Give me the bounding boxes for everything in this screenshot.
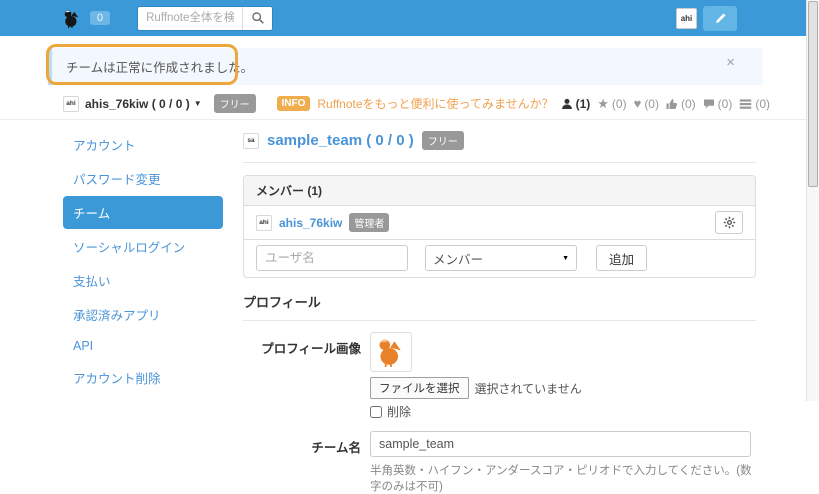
search-button[interactable] [242, 6, 273, 30]
pencil-icon [715, 12, 726, 23]
profile-image-row: プロフィール画像 ファイルを選択 選択されていません 削除 [243, 332, 756, 420]
team-settings-main: sa sample_team ( 0 / 0 ) フリー メンバー (1) ah… [243, 120, 756, 494]
add-member-button[interactable]: 追加 [596, 245, 648, 271]
username-input[interactable] [256, 245, 408, 271]
userbar-right: INFO Ruffnoteをもっと便利に使ってみませんか？ (1) ★ (0) … [276, 95, 770, 112]
ruffnote-bird-logo-icon[interactable] [63, 8, 81, 29]
profile-image-label: プロフィール画像 [261, 342, 361, 356]
sidebar-item-password[interactable]: パスワード変更 [63, 162, 223, 195]
member-settings-button[interactable] [715, 211, 743, 234]
feed-icon [740, 98, 752, 109]
member-name-link[interactable]: ahis_76kiw [279, 216, 342, 230]
sidebar-item-api[interactable]: API [63, 332, 223, 360]
global-search [137, 5, 274, 31]
success-alert: チームは正常に作成されました。 × [48, 48, 763, 85]
star-icon: ★ [597, 96, 609, 111]
profile-section-heading: プロフィール [243, 292, 756, 321]
member-avatar: ahi [256, 214, 272, 231]
top-navbar: 0 ahi [0, 0, 806, 36]
delete-image-checkbox[interactable] [370, 405, 382, 418]
stars-stat[interactable]: ★ (0) [597, 97, 626, 111]
username-dropdown[interactable]: ahis_76kiw ( 0 / 0 ) [85, 97, 190, 111]
settings-sidebar: アカウント パスワード変更 チーム ソーシャルログイン 支払い 承認済みアプリ … [63, 120, 223, 494]
feed-stat[interactable]: (0) [739, 97, 770, 111]
search-icon [251, 12, 264, 24]
sidebar-item-payment[interactable]: 支払い [63, 264, 223, 297]
alert-close-icon[interactable]: × [726, 55, 735, 70]
team-name-row: チーム名 半角英数・ハイフン・アンダースコア・ピリオドで入力してください。(数字… [243, 431, 756, 494]
team-title-link[interactable]: sample_team ( 0 / 0 ) [267, 132, 414, 149]
comment-icon [703, 99, 714, 108]
team-plan-badge: フリー [421, 131, 464, 150]
new-note-button[interactable] [703, 5, 737, 31]
plan-badge: フリー [213, 94, 256, 113]
delete-image-option: 削除 [370, 403, 756, 420]
sidebar-item-approved-apps[interactable]: 承認済みアプリ [63, 298, 223, 331]
choose-file-button[interactable]: ファイルを選択 [370, 377, 469, 399]
team-name-help: 半角英数・ハイフン・アンダースコア・ピリオドで入力してください。(数字のみは不可… [370, 465, 752, 493]
delete-image-label: 削除 [387, 405, 412, 419]
team-name-label: チーム名 [311, 441, 361, 455]
navbar-right: ahi [676, 5, 737, 31]
bird-image-icon [379, 339, 401, 367]
user-avatar[interactable]: ahi [676, 7, 697, 29]
add-member-row: メンバー ▼ 追加 [244, 239, 755, 277]
role-select[interactable]: メンバー ▼ [425, 245, 577, 271]
scrollbar-thumb[interactable] [808, 1, 818, 187]
thumbs-up-stat[interactable]: (0) [666, 97, 696, 111]
thumbs-up-icon [666, 98, 677, 109]
team-name-input[interactable] [370, 431, 751, 457]
info-badge: INFO [276, 96, 311, 111]
members-panel: メンバー (1) ahi ahis_76kiw 管理者 ユーザ名 メンバー ▼ … [243, 175, 756, 278]
alert-message: チームは正常に作成されました。 [66, 61, 254, 75]
person-icon [561, 98, 572, 109]
sidebar-item-social-login[interactable]: ソーシャルログイン [63, 230, 223, 263]
search-input[interactable] [138, 6, 243, 30]
followers-stat[interactable]: (1) [561, 97, 590, 111]
sidebar-item-delete-account[interactable]: アカウント削除 [63, 361, 223, 394]
team-avatar: sa [243, 132, 259, 149]
promo-link[interactable]: Ruffnoteをもっと便利に使ってみませんか？ [317, 95, 553, 112]
file-status-text: 選択されていません [474, 381, 582, 396]
chevron-down-icon[interactable]: ▼ [194, 99, 202, 108]
members-panel-title: メンバー (1) [244, 176, 755, 206]
notification-count-badge[interactable]: 0 [90, 11, 111, 25]
sidebar-item-account[interactable]: アカウント [63, 128, 223, 161]
member-role-badge: 管理者 [349, 213, 390, 232]
chevron-down-icon: ▼ [562, 254, 569, 262]
heart-icon: ♥ [633, 96, 642, 111]
sidebar-item-team[interactable]: チーム [63, 196, 223, 229]
gear-icon [723, 216, 735, 229]
role-select-value: メンバー [433, 252, 484, 267]
user-info-bar: ahi ahis_76kiw ( 0 / 0 ) ▼ フリー INFO Ruff… [0, 85, 806, 120]
comments-stat[interactable]: (0) [703, 97, 732, 111]
member-row: ahi ahis_76kiw 管理者 [244, 206, 755, 239]
page-content: アカウント パスワード変更 チーム ソーシャルログイン 支払い 承認済みアプリ … [0, 120, 819, 494]
vertical-scrollbar[interactable] [806, 0, 819, 401]
likes-stat[interactable]: ♥ (0) [634, 97, 659, 111]
team-header: sa sample_team ( 0 / 0 ) フリー [243, 124, 756, 163]
profile-image-preview [370, 332, 412, 372]
user-avatar[interactable]: ahi [63, 95, 79, 112]
